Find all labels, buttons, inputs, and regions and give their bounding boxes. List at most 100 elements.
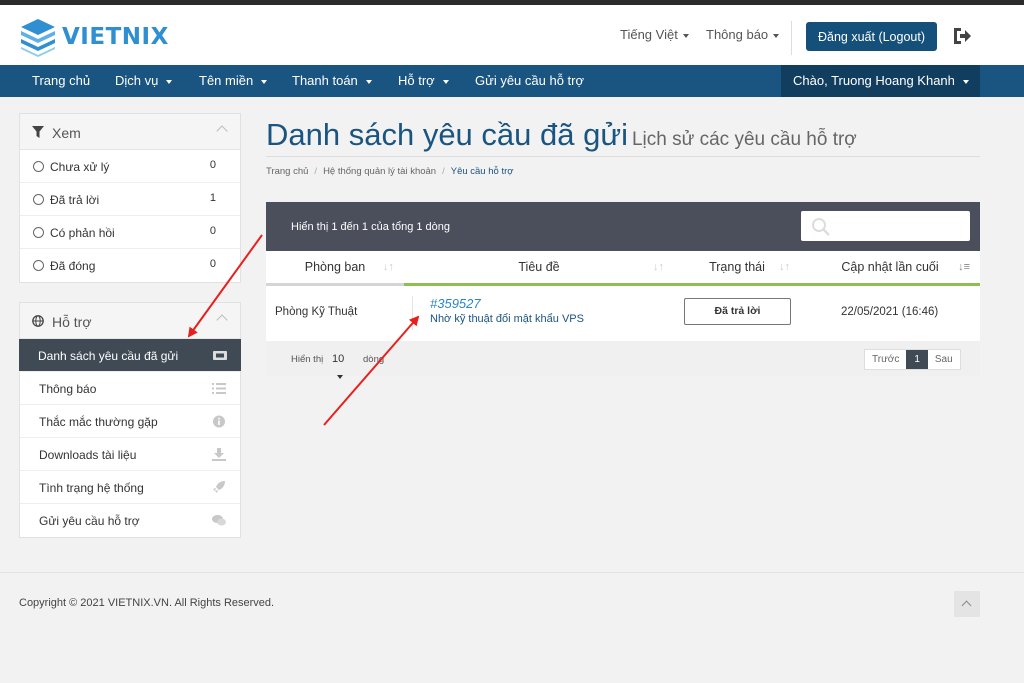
globe-icon [32, 315, 44, 327]
logout-button[interactable]: Đăng xuất (Logout) [806, 22, 937, 51]
nav-item-support[interactable]: Hỗ trợ [398, 65, 449, 97]
filter-item-answered[interactable]: Đã trả lời 1 [20, 183, 240, 216]
radio-icon[interactable] [33, 227, 44, 238]
sort-icon: ↓↑ [779, 261, 790, 273]
column-label: Phòng ban [304, 260, 366, 274]
table-row[interactable]: Phòng Kỹ Thuật #359527 Nhờ kỹ thuật đổi … [266, 286, 980, 341]
sort-icon: ↓↑ [383, 261, 394, 273]
rocket-icon [213, 481, 225, 493]
comments-icon [212, 515, 226, 526]
main-nav: Trang chủ Dịch vụ Tên miền Thanh toán Hỗ… [0, 65, 1024, 97]
filter-label: Có phản hồi [50, 226, 115, 240]
sidebar-item-downloads[interactable]: Downloads tài liệu [20, 438, 240, 471]
sidebar-item-label: Thông báo [39, 382, 97, 396]
search-icon [812, 218, 830, 236]
table-info: Hiển thị 1 đến 1 của tổng 1 dòng [291, 221, 451, 233]
breadcrumb-home[interactable]: Trang chủ [266, 166, 308, 177]
cell-last-updated: 22/05/2021 (16:46) [841, 306, 939, 318]
radio-icon[interactable] [33, 260, 44, 271]
search-input[interactable] [801, 211, 970, 241]
page-title: Danh sách yêu cầu đã gửi Lịch sử các yêu … [266, 117, 857, 153]
nav-label: Hỗ trợ [398, 73, 435, 88]
list-icon [212, 383, 226, 394]
breadcrumb-account[interactable]: Hệ thống quản lý tài khoản [323, 166, 436, 177]
filter-panel: Xem Chưa xử lý 0 Đã trả lời 1 Có phản hồi 0… [19, 113, 241, 283]
radio-icon[interactable] [33, 161, 44, 172]
page-subtitle: Lịch sử các yêu cầu hỗ trợ [631, 129, 857, 150]
radio-icon[interactable] [33, 194, 44, 205]
ticket-subject-link[interactable]: Nhờ kỹ thuật đổi mật khẩu VPS [430, 313, 584, 325]
sort-desc-icon: ↓≡ [958, 261, 970, 273]
nav-item-services[interactable]: Dịch vụ [115, 65, 173, 97]
language-label: Tiếng Việt [620, 27, 678, 42]
sidebar-item-label: Danh sách yêu cầu đã gửi [38, 349, 179, 363]
chevron-down-icon [337, 375, 343, 380]
sidebar-item-label: Tình trạng hệ thống [39, 481, 144, 495]
sidebar-item-system-status[interactable]: Tình trạng hệ thống [20, 471, 240, 504]
user-menu[interactable]: Chào, Truong Hoang Khanh [781, 65, 980, 97]
next-page-button[interactable]: Sau [928, 350, 960, 369]
column-department[interactable]: Phòng ban ↓↑ [266, 251, 404, 283]
page-length-select[interactable]: 10 [328, 350, 358, 380]
sidebar-item-open-ticket[interactable]: Gửi yêu cầu hỗ trợ [20, 504, 240, 537]
sidebar-item-announcements[interactable]: Thông báo [20, 372, 240, 405]
filter-item-customer-reply[interactable]: Có phản hồi 0 [20, 216, 240, 249]
support-panel: Hỗ trợ Danh sách yêu cầu đã gửi Thông bá… [19, 302, 241, 538]
footer-divider [0, 572, 1024, 573]
chevron-up-icon[interactable] [216, 314, 228, 326]
page-1-button[interactable]: 1 [906, 350, 928, 369]
caret-down-icon [365, 79, 372, 84]
sidebar-item-ticket-list[interactable]: Danh sách yêu cầu đã gửi [19, 339, 241, 372]
table-footer: Hiển thị 10 dòng Trước 1 Sau [266, 341, 980, 380]
column-status[interactable]: Trạng thái ↓↑ [674, 251, 800, 283]
notifications-label: Thông báo [706, 27, 769, 42]
back-to-top-button[interactable] [954, 591, 980, 617]
filter-item-closed[interactable]: Đã đóng 0 [20, 249, 240, 282]
chevron-up-icon[interactable] [216, 125, 228, 137]
logo-icon [21, 19, 55, 57]
nav-item-open-ticket[interactable]: Gửi yêu cầu hỗ trợ [475, 65, 584, 97]
column-label: Tiêu đề [518, 260, 560, 274]
nav-item-home[interactable]: Trang chủ [32, 65, 90, 97]
column-label: Cập nhật lần cuối [841, 260, 939, 274]
language-dropdown[interactable]: Tiếng Việt [620, 27, 689, 42]
status-badge[interactable]: Đã trả lời [684, 298, 791, 325]
table-header: Phòng ban ↓↑ Tiêu đề ↓↑ Trạng thái ↓↑ Cập n… [266, 251, 980, 286]
ticket-icon [213, 351, 227, 360]
filter-label: Chưa xử lý [50, 160, 110, 174]
rows-label: dòng [363, 354, 385, 365]
column-last-updated[interactable]: Cập nhật lần cuối ↓≡ [800, 251, 980, 283]
filter-panel-header[interactable]: Xem [20, 114, 240, 150]
nav-label: Gửi yêu cầu hỗ trợ [475, 73, 584, 88]
logo-text: VIETNIX [62, 24, 169, 50]
column-subject[interactable]: Tiêu đề ↓↑ [404, 251, 674, 283]
caret-down-icon [773, 33, 780, 38]
cell-department: Phòng Kỹ Thuật [275, 306, 358, 318]
title-divider [266, 156, 980, 157]
notifications-dropdown[interactable]: Thông báo [706, 27, 780, 42]
cell-subject[interactable]: #359527 Nhờ kỹ thuật đổi mật khẩu VPS [430, 296, 584, 325]
sort-icon: ↓↑ [653, 261, 664, 273]
page-length-label: Hiển thị [291, 354, 324, 365]
logo[interactable]: VIETNIX [18, 17, 169, 57]
prev-page-button[interactable]: Trước [865, 350, 906, 369]
caret-down-icon [442, 79, 449, 84]
caret-down-icon [682, 33, 689, 38]
sidebar-item-faq[interactable]: Thắc mắc thường gặp [20, 405, 240, 438]
nav-item-billing[interactable]: Thanh toán [292, 65, 372, 97]
column-label: Trạng thái [709, 260, 765, 274]
breadcrumb-current: Yêu cầu hỗ trợ [450, 166, 514, 177]
caret-down-icon [166, 79, 173, 84]
page-length-value: 10 [332, 353, 345, 365]
support-panel-header[interactable]: Hỗ trợ [20, 303, 240, 339]
filter-count: 0 [209, 159, 216, 171]
pagination: Trước 1 Sau [864, 349, 961, 370]
sign-out-icon[interactable] [952, 27, 972, 45]
ticket-id-link[interactable]: #359527 [430, 296, 584, 311]
info-icon [213, 415, 225, 428]
nav-label: Tên miền [199, 73, 254, 88]
nav-item-domains[interactable]: Tên miền [199, 65, 268, 97]
copyright-text: Copyright © 2021 VIETNIX.VN. All Rights … [19, 597, 275, 609]
panel-title: Hỗ trợ [52, 314, 92, 330]
filter-item-pending[interactable]: Chưa xử lý 0 [20, 150, 240, 183]
